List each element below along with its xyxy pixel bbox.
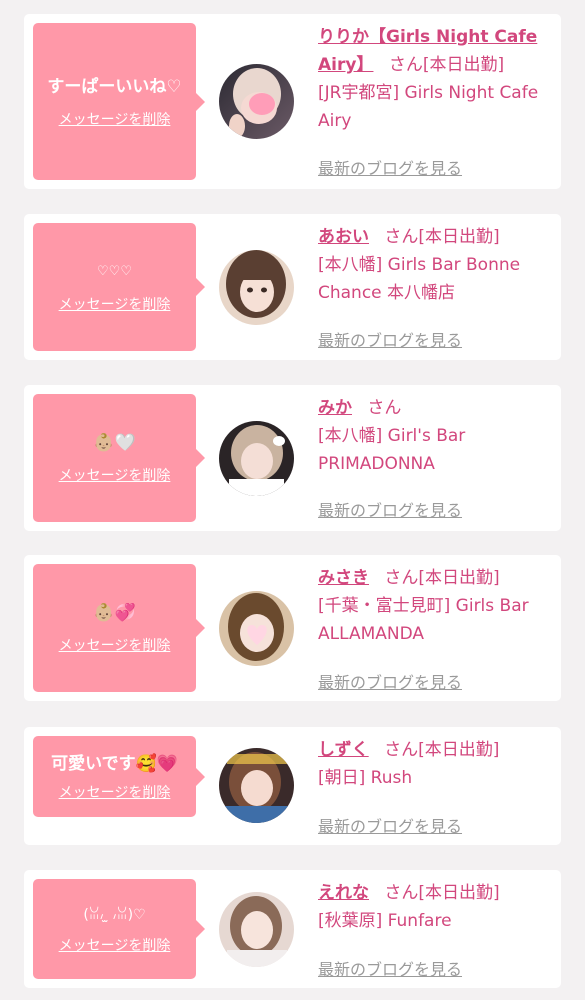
honorific: さん: [384, 883, 419, 903]
profile-info: あおい さん[本日出勤] [本八幡] Girls Bar Bonne Chanc…: [318, 223, 554, 307]
cast-name-link[interactable]: えれな: [318, 883, 369, 903]
message-text: ♡♡♡: [97, 264, 132, 279]
avatar[interactable]: [219, 748, 294, 823]
delete-message-link[interactable]: メッセージを削除: [59, 935, 171, 955]
shop-name: [朝日] Rush: [318, 768, 413, 788]
message-text: 可愛いです🥰💗: [51, 753, 178, 774]
view-blog-link[interactable]: 最新のブログを見る: [318, 497, 462, 521]
girl-photo-avatar-icon: [219, 892, 294, 967]
view-blog-link[interactable]: 最新のブログを見る: [318, 813, 462, 837]
girl-photo-avatar-icon: [219, 421, 294, 496]
girl-photo-avatar-icon: [219, 250, 294, 325]
status-badge: [本日出勤]: [418, 227, 500, 247]
shop-name: [千葉・富士見町] Girls Bar ALLAMANDA: [318, 596, 529, 644]
profile-info: りりか【Girls Night Cafe Airy】 さん[本日出勤] [JR宇…: [318, 23, 554, 135]
message-bubble: 👶🏼🤍 メッセージを削除: [33, 394, 205, 522]
avatar[interactable]: [219, 421, 294, 496]
profile-info: えれな さん[本日出勤] [秋葉原] Funfare: [318, 879, 554, 935]
shop-name: [本八幡] Girls Bar Bonne Chance 本八幡店: [318, 255, 521, 303]
status-badge: [本日出勤]: [418, 740, 500, 760]
message-text: 👶🏼🤍: [93, 433, 136, 453]
message-bubble: すーぱーいいね♡ メッセージを削除: [33, 23, 205, 180]
list-item: (ꈍ៸ ̫ ៸ꈍ)♡ メッセージを削除 えれな さん[本日出勤] [秋葉原] F…: [24, 870, 561, 988]
message-bubble: (ꈍ៸ ̫ ៸ꈍ)♡ メッセージを削除: [33, 879, 205, 979]
profile-info: みか さん [本八幡] Girl's Bar PRIMADONNA: [318, 394, 554, 478]
cast-name-link[interactable]: あおい: [318, 227, 369, 247]
message-bubble: 可愛いです🥰💗 メッセージを削除: [33, 736, 205, 817]
delete-message-link[interactable]: メッセージを削除: [59, 465, 171, 485]
list-item: 可愛いです🥰💗 メッセージを削除 しずく さん[本日出勤] [朝日] Rush …: [24, 727, 561, 845]
list-item: 👶🏼💞 メッセージを削除 みさき さん[本日出勤] [千葉・富士見町] Girl…: [24, 555, 561, 701]
view-blog-link[interactable]: 最新のブログを見る: [318, 155, 462, 179]
message-text: 👶🏼💞: [93, 603, 136, 623]
shop-name: [秋葉原] Funfare: [318, 911, 452, 931]
avatar[interactable]: [219, 250, 294, 325]
message-text: (ꈍ៸ ̫ ៸ꈍ)♡: [83, 907, 146, 923]
list-item: ♡♡♡ メッセージを削除 あおい さん[本日出勤] [本八幡] Girls Ba…: [24, 214, 561, 360]
honorific: さん: [388, 55, 423, 75]
honorific: さん: [367, 398, 402, 418]
honorific: さん: [384, 568, 419, 588]
list-item: すーぱーいいね♡ メッセージを削除 りりか【Girls Night Cafe A…: [24, 14, 561, 189]
cast-name-link[interactable]: しずく: [318, 740, 369, 760]
delete-message-link[interactable]: メッセージを削除: [59, 294, 171, 314]
girl-photo-avatar-icon: [219, 748, 294, 823]
list-item: 👶🏼🤍 メッセージを削除 みか さん [本八幡] Girl's Bar PRIM…: [24, 385, 561, 531]
delete-message-link[interactable]: メッセージを削除: [59, 635, 171, 655]
avatar[interactable]: [219, 892, 294, 967]
shop-name: [本八幡] Girl's Bar PRIMADONNA: [318, 426, 466, 474]
avatar[interactable]: [219, 591, 294, 666]
girl-photo-avatar-icon: [219, 64, 294, 139]
shop-name: [JR宇都宮] Girls Night Cafe Airy: [318, 83, 539, 131]
delete-message-link[interactable]: メッセージを削除: [59, 782, 171, 802]
message-bubble: ♡♡♡ メッセージを削除: [33, 223, 205, 351]
profile-info: しずく さん[本日出勤] [朝日] Rush: [318, 736, 554, 792]
delete-message-link[interactable]: メッセージを削除: [59, 109, 171, 129]
message-bubble: 👶🏼💞 メッセージを削除: [33, 564, 205, 692]
honorific: さん: [384, 740, 419, 760]
girl-photo-avatar-icon: [219, 591, 294, 666]
cast-name-link[interactable]: みさき: [318, 568, 369, 588]
message-text: すーぱーいいね♡: [47, 76, 182, 97]
status-badge: [本日出勤]: [422, 55, 505, 75]
message-list: すーぱーいいね♡ メッセージを削除 りりか【Girls Night Cafe A…: [0, 0, 585, 1000]
cast-name-link[interactable]: みか: [318, 398, 352, 418]
view-blog-link[interactable]: 最新のブログを見る: [318, 669, 462, 693]
avatar[interactable]: [219, 64, 294, 139]
view-blog-link[interactable]: 最新のブログを見る: [318, 327, 462, 351]
view-blog-link[interactable]: 最新のブログを見る: [318, 956, 462, 980]
profile-info: みさき さん[本日出勤] [千葉・富士見町] Girls Bar ALLAMAN…: [318, 564, 554, 648]
status-badge: [本日出勤]: [418, 568, 500, 588]
status-badge: [本日出勤]: [418, 883, 500, 903]
honorific: さん: [384, 227, 419, 247]
